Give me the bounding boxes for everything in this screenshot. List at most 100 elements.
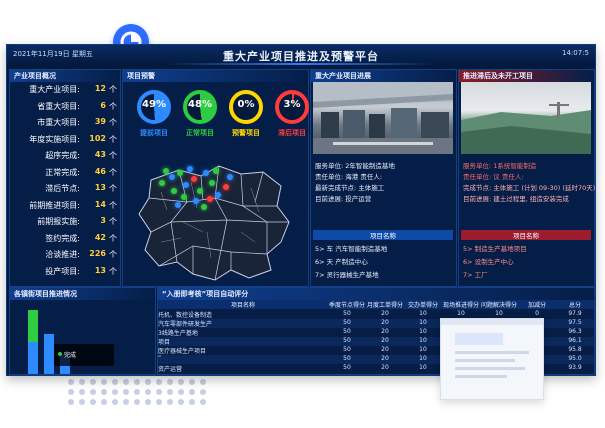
town-tooltip: 完成 [54,344,114,366]
map-marker[interactable] [177,170,183,176]
dot [68,379,74,385]
map-marker[interactable] [203,170,209,176]
warning-ring-3[interactable]: 0% 预警项目 [221,90,271,150]
ring-value: 49% [142,99,166,110]
dot [68,389,74,395]
delayed-list-header: 项目名称 [461,230,591,240]
map-marker[interactable] [209,180,215,186]
overview-row: 重大产业项目: 12 个 [20,84,120,97]
warning-panel: 项目预警 49% 提前项目 48% 正常项目 0% 预警项目 3% 滞后项目 [122,69,309,287]
map-marker[interactable] [193,198,199,204]
ring-value: 0% [237,99,255,110]
score-cell: 20 [381,337,389,344]
map-marker[interactable] [163,168,169,174]
delayed-info-line: 完成节点: 主体施工 (计划 09-30) (延时70天) [463,184,596,192]
tooltip-label: 完成 [64,352,77,359]
overview-row: 滞后节点: 13 个 [20,183,120,196]
town-title: 各镇街项目推进情况 [10,288,155,300]
overview-row-label: 市重大项目: [37,118,80,127]
progress-info-line: 最新完成节点: 主体施工 [315,184,385,192]
score-cell: 10 [419,310,427,317]
score-cell: 10 [419,337,427,344]
dot [90,379,96,385]
progress-info-line: 服务单位: 2年智能制造基地 [315,162,395,170]
document-card [440,318,544,400]
dot [167,399,173,405]
dot [134,389,140,395]
warning-ring-2[interactable]: 48% 正常项目 [175,90,225,150]
overview-row-unit: 个 [109,151,117,160]
map-marker[interactable] [197,188,203,194]
score-cell: 项目 [158,339,171,346]
dot [156,399,162,405]
progress-title: 重大产业项目进展 [311,70,456,82]
map-marker[interactable] [227,174,233,180]
dot [134,399,140,405]
map-marker[interactable] [223,184,229,190]
ring-label: 正常项目 [186,129,214,137]
overview-row: 前期报实施: 3 个 [20,216,120,229]
map-marker[interactable] [213,168,219,174]
map-marker[interactable] [207,196,213,202]
dot [156,389,162,395]
map-marker[interactable] [171,188,177,194]
dot [123,399,129,405]
score-cell: 95.0 [568,355,582,362]
overview-row-value: 13 [94,183,106,192]
overview-row-label: 超序完成: [45,151,80,160]
map-marker[interactable] [191,176,197,182]
map-marker[interactable] [215,192,221,198]
overview-row-value: 14 [94,199,106,209]
dot [200,379,206,385]
progress-list-item[interactable]: 6> 天 产制造中心 [315,256,368,266]
dot [68,399,74,405]
delayed-list-item[interactable]: 7> 工厂 [463,269,488,279]
overview-panel: 产业项目概况 重大产业项目: 12 个省重大项目: 6 个市重大项目: 39 个年度实施项目… [9,69,121,287]
score-cell: 97.5 [568,319,582,326]
dot [200,389,206,395]
warning-ring-1[interactable]: 49% 提前项目 [129,90,179,150]
delayed-list-item[interactable]: 5> 制造生产基地项目 [463,243,527,253]
score-col-header: 项目名称 [230,302,255,309]
dot [189,389,195,395]
map-marker[interactable] [181,194,187,200]
dot [101,389,107,395]
dot [101,379,107,385]
score-cell: 10 [419,328,427,335]
score-cell: 医疗器械生产项目 [158,348,207,355]
score-cell: 20 [381,355,389,362]
doc-line-4 [455,375,507,378]
score-cell: 95.8 [568,346,582,353]
map-marker[interactable] [183,182,189,188]
score-cell: 50 [343,355,351,362]
score-cell: 汽车零部件研发生产 [158,321,213,328]
map-marker[interactable] [175,202,181,208]
map-marker[interactable] [159,180,165,186]
overview-row: 正常完成: 46 个 [20,167,120,180]
map-marker[interactable] [169,174,175,180]
dot [90,399,96,405]
overview-row-label: 滞后节点: [45,184,80,193]
score-cell: 50 [343,310,351,317]
overview-row-value: 12 [94,84,106,93]
score-cell: 93.9 [568,364,582,371]
town-bar-2 [44,334,54,374]
overview-row: 超序完成: 43 个 [20,150,120,163]
progress-list-header: 项目名称 [313,230,453,240]
header-time: 14:07:5 [562,49,589,57]
map-marker[interactable] [187,166,193,172]
score-col-header: 现场推进得分 [442,302,479,309]
dot [200,399,206,405]
overview-row-unit: 个 [109,101,117,111]
delayed-list-item[interactable]: 6> 设制生产中心 [463,256,514,266]
map-marker[interactable] [201,204,207,210]
overview-row-value: 6 [100,100,106,110]
score-cell: 50 [343,346,351,353]
overview-row-label: 前期推进项目: [29,200,80,210]
progress-panel: 重大产业项目进展 服务单位: 2年智能制造基地 责任单位: 海港 责任人: 最新完成… [310,69,457,287]
overview-row-value: 39 [94,117,106,126]
region-map[interactable] [131,162,301,284]
dot [79,399,85,405]
progress-list-item[interactable]: 7> 灵行器械生产基地 [315,269,379,279]
progress-list-item[interactable]: 5> 车 汽车智能制造基地 [315,243,387,253]
